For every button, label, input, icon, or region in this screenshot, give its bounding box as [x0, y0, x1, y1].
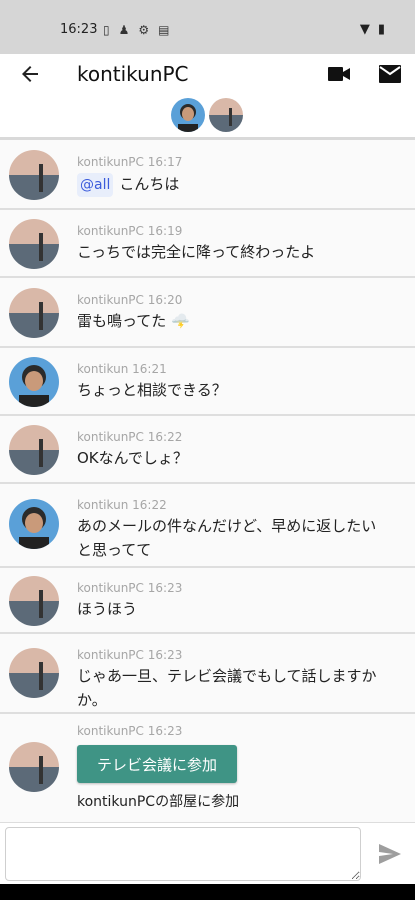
sunset-avatar-icon — [9, 648, 59, 698]
message-item[interactable]: kontikunPC 16:22 OKなんでしょ？ — [0, 416, 415, 484]
settings-icon: ⚙ — [138, 23, 150, 37]
sunset-avatar-icon — [9, 150, 59, 200]
message-item[interactable]: kontikunPC 16:19 こっちでは完全に降って終わったよ — [0, 210, 415, 278]
calendar-icon: ▤ — [158, 23, 170, 37]
message-text: 雷も鳴ってた 🌩️ — [77, 312, 190, 330]
send-icon[interactable] — [378, 843, 402, 865]
sunset-avatar-icon — [9, 219, 59, 269]
message-item[interactable]: kontikunPC 16:23 ほうほう — [0, 568, 415, 634]
sunset-avatar-icon — [209, 98, 243, 132]
person-icon: ♟ — [118, 23, 130, 37]
sunset-avatar-icon — [9, 288, 59, 338]
message-author: kontikunPC — [77, 648, 144, 662]
message-time: 16:23 — [147, 581, 183, 595]
sunset-avatar-icon — [9, 742, 59, 792]
message-author: kontikunPC — [77, 724, 144, 738]
message-text: ほうほう — [77, 600, 138, 618]
avatar[interactable] — [9, 648, 59, 698]
avatar[interactable] — [9, 742, 59, 792]
avatar[interactable] — [9, 288, 59, 338]
message-text: @all こんちは — [77, 172, 397, 197]
message-text: こっちでは完全に降って終わったよ — [77, 243, 316, 261]
message-author: kontikunPC — [77, 293, 144, 307]
status-time: 16:23 — [60, 22, 98, 37]
page-title: kontikunPC — [77, 62, 189, 86]
message-item[interactable]: kontikunPC 16:17 @all こんちは — [0, 140, 415, 210]
system-nav-bar — [0, 884, 415, 900]
message-meta: kontikunPC 16:23 — [77, 724, 182, 738]
wifi-icon: ▼ — [359, 22, 370, 37]
message-meta: kontikun 16:22 — [77, 498, 167, 512]
message-meta: kontikunPC 16:23 — [77, 581, 182, 595]
avatar[interactable] — [9, 219, 59, 269]
avatar[interactable] — [9, 576, 59, 626]
video-call-icon[interactable] — [327, 64, 351, 84]
message-time: 16:19 — [147, 224, 183, 238]
message-meta: kontikunPC 16:20 — [77, 293, 182, 307]
mail-icon[interactable] — [379, 64, 401, 84]
member-avatar-kontikun[interactable] — [171, 98, 205, 132]
portrait-avatar-icon — [9, 357, 59, 407]
message-author: kontikunPC — [77, 581, 144, 595]
message-author: kontikunPC — [77, 155, 144, 169]
message-time: 16:23 — [147, 724, 183, 738]
message-meta: kontikun 16:21 — [77, 362, 167, 376]
message-meta: kontikunPC 16:17 — [77, 155, 182, 169]
avatar[interactable] — [9, 425, 59, 475]
portrait-avatar-icon — [171, 98, 205, 132]
app-bar: kontikunPC — [0, 54, 415, 140]
member-avatars — [171, 98, 243, 132]
message-input[interactable] — [5, 827, 361, 881]
mention-chip[interactable]: @all — [77, 173, 114, 197]
message-text: じゃあ一旦、テレビ会議でもして話しますか か。 — [77, 664, 397, 712]
message-time: 16:23 — [147, 648, 183, 662]
portrait-avatar-icon — [9, 499, 59, 549]
message-item[interactable]: kontikun 16:21 ちょっと相談できる？ — [0, 348, 415, 416]
status-right-icons: ▼ ▮ — [360, 22, 385, 37]
message-text-line: か。 — [77, 691, 107, 709]
sim-icon: ▯ — [103, 23, 110, 37]
message-text: OKなんでしょ？ — [77, 449, 188, 467]
message-text: ちょっと相談できる？ — [77, 381, 227, 399]
message-text-value: こんちは — [119, 175, 180, 193]
message-item[interactable]: kontikunPC 16:23 テレビ会議に参加 kontikunPCの部屋に… — [0, 714, 415, 822]
battery-icon: ▮ — [377, 22, 385, 37]
message-item[interactable]: kontikun 16:22 あのメールの件なんだけど、早めに返したい と思って… — [0, 484, 415, 568]
join-video-meeting-button[interactable]: テレビ会議に参加 — [77, 745, 237, 783]
message-author: kontikun — [77, 362, 129, 376]
sunset-avatar-icon — [9, 425, 59, 475]
message-time: 16:20 — [147, 293, 183, 307]
message-author: kontikun — [77, 498, 129, 512]
avatar[interactable] — [9, 150, 59, 200]
message-text-line: じゃあ一旦、テレビ会議でもして話しますか — [77, 667, 377, 685]
composer — [0, 822, 415, 884]
message-list[interactable]: kontikunPC 16:17 @all こんちは kontikunPC 16:… — [0, 140, 415, 822]
message-text: あのメールの件なんだけど、早めに返したい と思ってて — [77, 514, 397, 562]
message-time: 16:22 — [147, 430, 183, 444]
message-text-line: と思ってて — [77, 541, 152, 559]
message-text-line: あのメールの件なんだけど、早めに返したい — [77, 517, 377, 535]
message-meta: kontikunPC 16:22 — [77, 430, 182, 444]
message-caption: kontikunPCの部屋に参加 — [77, 794, 240, 810]
message-time: 16:17 — [147, 155, 183, 169]
message-item[interactable]: kontikunPC 16:20 雷も鳴ってた 🌩️ — [0, 278, 415, 348]
status-bar: 16:23 ▯ ♟ ⚙ ▤ ▼ ▮ — [0, 0, 415, 54]
avatar[interactable] — [9, 499, 59, 549]
message-time: 16:22 — [132, 498, 167, 512]
status-left-icons: ▯ ♟ ⚙ ▤ — [103, 23, 169, 37]
member-avatar-kontikunpc[interactable] — [209, 98, 243, 132]
back-arrow-icon[interactable] — [18, 62, 42, 86]
message-meta: kontikunPC 16:23 — [77, 648, 182, 662]
message-time: 16:21 — [132, 362, 167, 376]
message-author: kontikunPC — [77, 430, 144, 444]
message-meta: kontikunPC 16:19 — [77, 224, 182, 238]
avatar[interactable] — [9, 357, 59, 407]
message-author: kontikunPC — [77, 224, 144, 238]
sunset-avatar-icon — [9, 576, 59, 626]
message-item[interactable]: kontikunPC 16:23 じゃあ一旦、テレビ会議でもして話しますか か。 — [0, 634, 415, 714]
